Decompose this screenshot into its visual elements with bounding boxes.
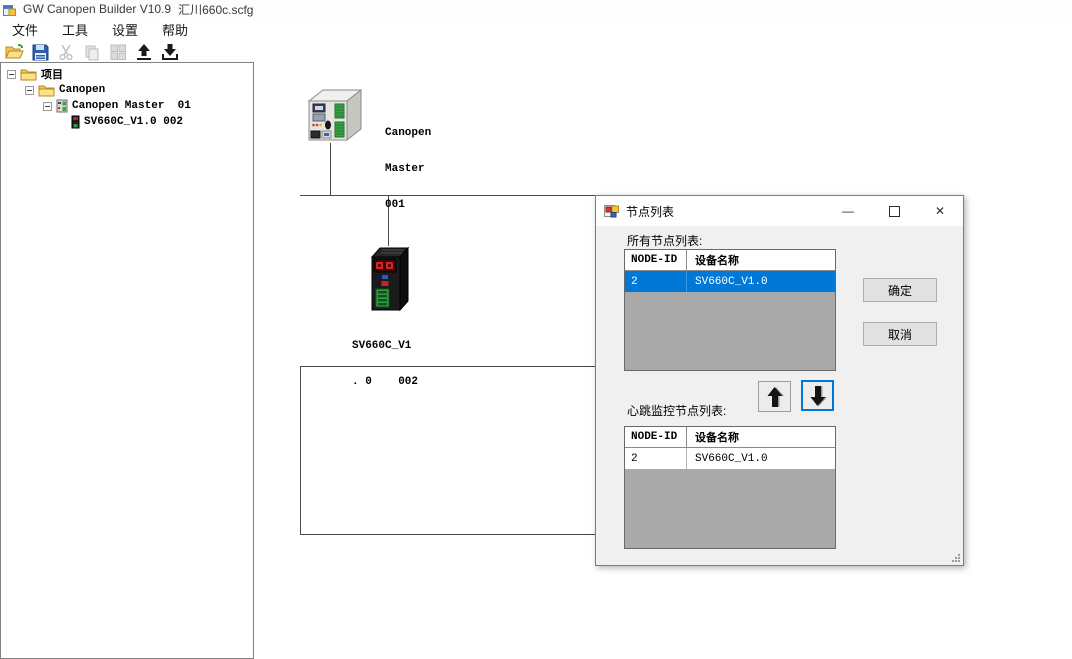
app-window-icon [3,3,16,16]
open-folder-icon[interactable] [3,42,25,63]
dialog-titlebar[interactable]: 节点列表 — ✕ [596,196,963,226]
menu-help[interactable]: 帮助 [150,17,200,42]
collapse-expander-icon[interactable] [43,102,52,111]
node-id-cell: 2 [625,448,687,469]
sv660c-device[interactable] [366,244,412,319]
paste-icon [107,42,129,63]
column-header-device-name: 设备名称 [687,427,835,447]
cut-icon [55,42,77,63]
tree-item-sv660c[interactable]: SV660C_V1.0 002 [1,114,253,130]
heartbeat-nodes-label: 心跳监控节点列表: [627,402,726,419]
app-title: GW Canopen Builder V10.9 [23,2,171,16]
master-drop-line [330,143,331,195]
device-name-cell: SV660C_V1.0 [687,448,835,469]
table-row[interactable]: 2 SV660C_V1.0 [625,271,835,292]
menu-settings[interactable]: 设置 [100,17,150,42]
minimize-icon[interactable]: — [825,196,871,226]
upload-icon[interactable] [133,42,155,63]
heartbeat-nodes-table[interactable]: NODE-ID 设备名称 2 SV660C_V1.0 [624,426,836,549]
window-titlebar: GW Canopen Builder V10.9 汇川660c.scfg [0,0,1072,18]
tree-item-canopen-master[interactable]: Canopen Master 01 [1,98,253,114]
folder-icon [38,84,55,97]
tree-item-project[interactable]: 项目 [1,66,253,82]
arrow-up-icon [764,385,786,409]
tree-item-label: SV660C_V1.0 002 [84,116,183,128]
close-icon[interactable]: ✕ [917,196,963,226]
maximize-icon[interactable] [871,196,917,226]
master-device-label: Canopen Master 001 [385,103,431,223]
all-nodes-table-header: NODE-ID 设备名称 [625,250,835,271]
menu-file[interactable]: 文件 [0,17,50,42]
node-id-cell: 2 [625,271,687,292]
tree-item-label: 项目 [41,66,63,82]
move-down-button[interactable] [801,380,834,411]
save-icon[interactable] [29,42,51,63]
tree-item-canopen[interactable]: Canopen [1,82,253,98]
canopen-master-device[interactable] [301,85,363,150]
app-window: { "titlebar": { "app_title": "GW Canopen… [0,0,1072,659]
collapse-expander-icon[interactable] [7,70,16,79]
all-nodes-table[interactable]: NODE-ID 设备名称 2 SV660C_V1.0 [624,249,836,371]
tree-item-label: Canopen Master 01 [72,100,191,112]
resize-grip[interactable] [951,553,961,563]
folder-icon [20,68,37,81]
dialog-title: 节点列表 [626,203,674,220]
project-tree-panel: 项目 Canopen Canopen Master 01 SV660C_V1.0… [0,62,254,659]
column-header-node-id: NODE-ID [625,427,687,447]
dialog-window-controls: — ✕ [825,196,963,226]
move-up-button[interactable] [758,381,791,412]
dialog-app-icon [604,204,619,218]
node-list-dialog: 节点列表 — ✕ 所有节点列表: NODE-ID 设备名称 2 SV660C_V… [595,195,964,566]
tree-item-label: Canopen [59,84,105,96]
sv660c-device-label: SV660C_V1 . 0 002 [352,316,418,400]
collapse-expander-icon[interactable] [25,86,34,95]
arrow-down-icon [807,384,829,408]
ok-button[interactable]: 确定 [863,278,937,302]
open-file-name: 汇川660c.scfg [178,1,253,18]
table-row[interactable]: 2 SV660C_V1.0 [625,448,835,469]
column-header-device-name: 设备名称 [687,250,835,270]
column-header-node-id: NODE-ID [625,250,687,270]
menu-bar: 文件 工具 设置 帮助 [0,18,1072,40]
cancel-button[interactable]: 取消 [863,322,937,346]
device-name-cell: SV660C_V1.0 [687,271,835,292]
menu-tools[interactable]: 工具 [50,17,100,42]
download-icon[interactable] [159,42,181,63]
copy-icon [81,42,103,63]
servo-device-icon [71,115,80,129]
toolbar [0,40,1072,64]
heartbeat-table-header: NODE-ID 设备名称 [625,427,835,448]
plc-device-icon [56,99,68,113]
all-nodes-label: 所有节点列表: [627,232,702,249]
